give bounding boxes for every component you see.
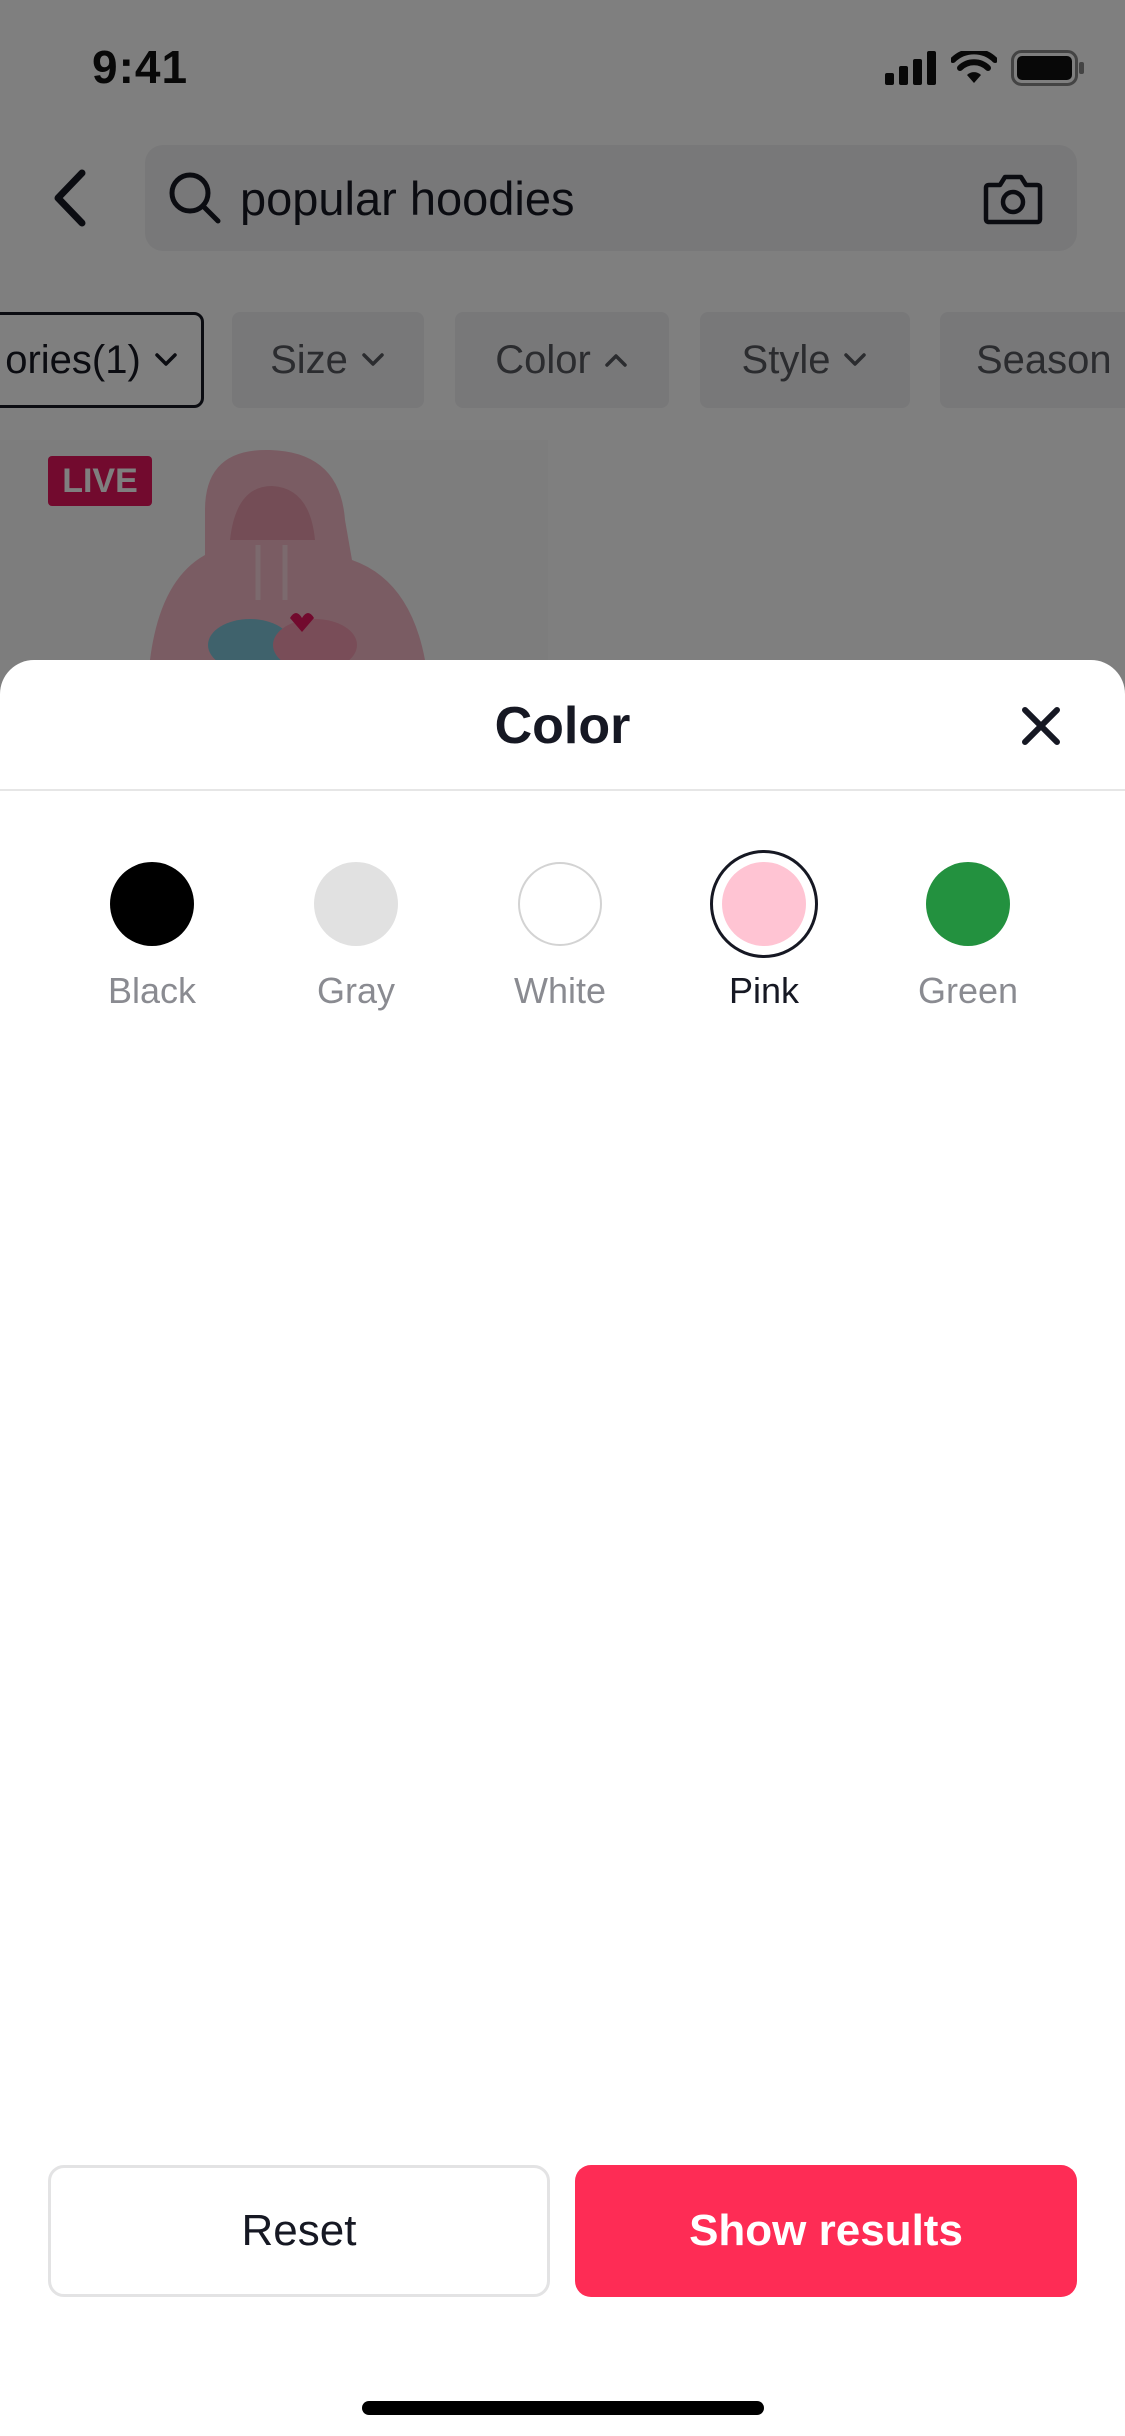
- swatch-black[interactable]: Black: [50, 850, 254, 1030]
- swatch-white[interactable]: White: [458, 850, 662, 1030]
- color-swatches: Black Gray White Pink Green: [0, 850, 1125, 1030]
- screen: 9:41: [0, 0, 1125, 2436]
- swatch-green[interactable]: Green: [866, 850, 1070, 1030]
- home-indicator[interactable]: [362, 2401, 764, 2415]
- swatch-label: Gray: [316, 970, 395, 1011]
- color-dot: [518, 862, 602, 946]
- sheet-header: Color: [0, 660, 1125, 791]
- swatch-gray[interactable]: Gray: [254, 850, 458, 1030]
- swatch-ring: [98, 850, 206, 958]
- swatch-ring: [506, 850, 614, 958]
- show-results-button[interactable]: Show results: [575, 2165, 1077, 2297]
- swatch-label: Pink: [728, 970, 800, 1011]
- color-filter-sheet: Color Black Gray White Pink Green Reset …: [0, 660, 1125, 2436]
- swatch-ring: [710, 850, 818, 958]
- close-icon[interactable]: [1015, 700, 1067, 752]
- color-dot: [722, 862, 806, 946]
- swatch-label: Green: [917, 970, 1019, 1011]
- color-dot: [314, 862, 398, 946]
- swatch-label: Black: [107, 970, 197, 1011]
- swatch-ring: [914, 850, 1022, 958]
- swatch-label: White: [513, 970, 607, 1011]
- reset-button[interactable]: Reset: [48, 2165, 550, 2297]
- swatch-ring: [302, 850, 410, 958]
- color-dot: [926, 862, 1010, 946]
- color-dot: [110, 862, 194, 946]
- swatch-pink[interactable]: Pink: [662, 850, 866, 1030]
- sheet-title: Color: [494, 697, 631, 755]
